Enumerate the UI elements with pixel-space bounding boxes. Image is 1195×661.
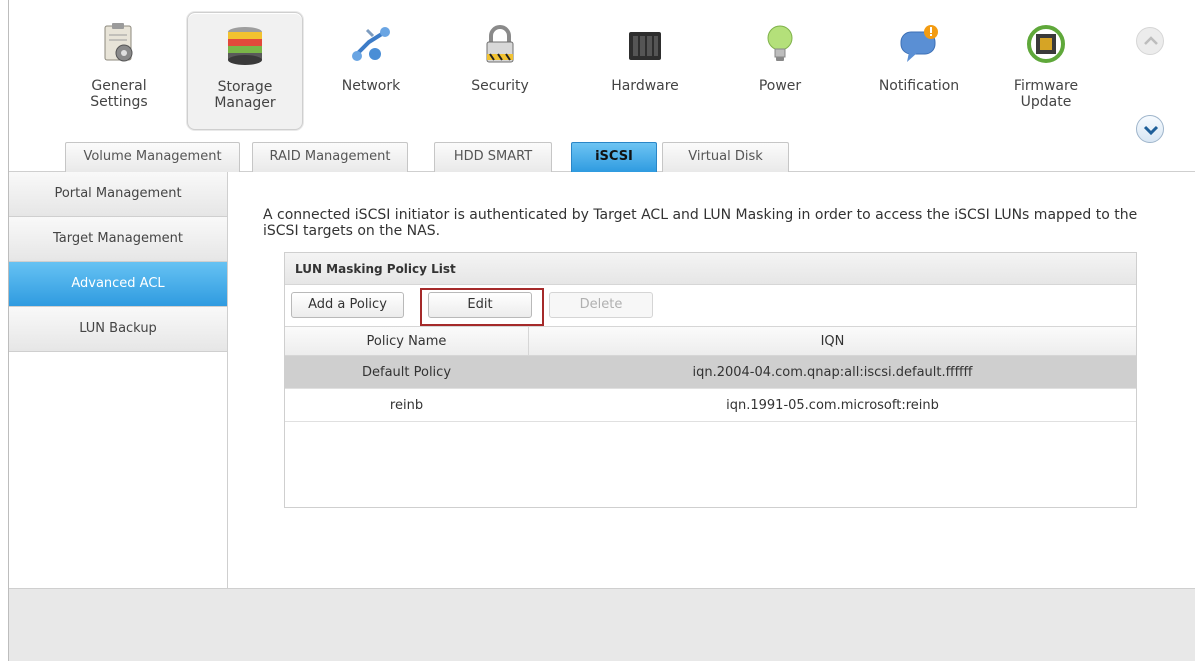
panel-title: LUN Masking Policy List	[285, 253, 1136, 285]
delete-button[interactable]: Delete	[549, 292, 653, 318]
main-content: A connected iSCSI initiator is authentic…	[229, 172, 1195, 588]
cell-iqn: iqn.1991-05.com.microsoft:reinb	[726, 398, 939, 413]
sidebar-item-portal-management[interactable]: Portal Management	[9, 172, 227, 217]
column-header-policy-name[interactable]: Policy Name	[285, 327, 528, 356]
column-header-iqn[interactable]: IQN	[529, 327, 1136, 356]
tab-virtual-disk[interactable]: Virtual Disk	[662, 142, 789, 172]
nav-power[interactable]: Power	[737, 12, 823, 130]
app-window: General Settings Storage Manager Network…	[8, 0, 1195, 661]
nav-storage-manager[interactable]: Storage Manager	[187, 12, 303, 130]
nav-firmware-update[interactable]: Firmware Update	[1001, 12, 1091, 130]
nav-label: Network	[341, 78, 401, 94]
chevron-up-icon	[1144, 36, 1158, 45]
tab-raid-management[interactable]: RAID Management	[252, 142, 408, 172]
nav-label: Firmware Update	[1013, 78, 1079, 110]
panel-toolbar: Add a Policy Edit Delete	[285, 285, 1136, 326]
scroll-down-button[interactable]	[1136, 115, 1164, 143]
nav-label: Notification	[878, 78, 960, 94]
storage-manager-icon	[228, 27, 262, 65]
nav-hardware[interactable]: Hardware	[597, 12, 693, 130]
cell-policy-name: Default Policy	[361, 365, 452, 380]
nav-label: Storage Manager	[214, 79, 276, 111]
footer-bar	[9, 588, 1195, 661]
table-row[interactable]: reinb iqn.1991-05.com.microsoft:reinb	[285, 389, 1136, 422]
nav-label: Hardware	[611, 78, 679, 94]
security-lock-icon	[486, 25, 514, 63]
nav-label: Power	[758, 78, 802, 94]
network-icon	[352, 27, 390, 61]
sidebar: Portal Management Target Management Adva…	[9, 172, 228, 588]
description-text: A connected iSCSI initiator is authentic…	[263, 207, 1138, 239]
nav-general-settings[interactable]: General Settings	[67, 12, 171, 130]
nav-network[interactable]: Network	[321, 12, 421, 130]
tab-hdd-smart[interactable]: HDD SMART	[434, 142, 552, 172]
cell-policy-name: reinb	[389, 398, 424, 413]
notification-icon	[900, 25, 938, 62]
nav-notification[interactable]: Notification	[867, 12, 971, 130]
table-header: Policy Name IQN	[285, 326, 1136, 356]
sub-tab-bar: Volume Management RAID Management HDD SM…	[9, 142, 1195, 172]
nav-security[interactable]: Security	[454, 12, 546, 130]
hardware-nas-icon	[629, 32, 661, 60]
nav-label: General Settings	[90, 78, 148, 110]
sidebar-item-target-management[interactable]: Target Management	[9, 217, 227, 262]
firmware-update-icon	[1027, 25, 1065, 63]
chevron-down-icon	[1143, 125, 1159, 136]
power-bulb-icon	[767, 25, 793, 61]
lun-masking-policy-panel: LUN Masking Policy List Add a Policy Edi…	[284, 252, 1137, 508]
add-policy-button[interactable]: Add a Policy	[291, 292, 404, 318]
cell-iqn: iqn.2004-04.com.qnap:all:iscsi.default.f…	[692, 365, 973, 380]
tab-iscsi[interactable]: iSCSI	[571, 142, 657, 172]
nav-label: Security	[471, 78, 529, 94]
top-nav-bar: General Settings Storage Manager Network…	[9, 0, 1195, 143]
table-row[interactable]: Default Policy iqn.2004-04.com.qnap:all:…	[285, 356, 1136, 389]
sidebar-item-advanced-acl[interactable]: Advanced ACL	[9, 262, 227, 307]
edit-button[interactable]: Edit	[428, 292, 532, 318]
sidebar-item-lun-backup[interactable]: LUN Backup	[9, 307, 227, 352]
scroll-up-button[interactable]	[1136, 27, 1164, 55]
general-settings-icon	[104, 23, 133, 62]
tab-volume-management[interactable]: Volume Management	[65, 142, 240, 172]
